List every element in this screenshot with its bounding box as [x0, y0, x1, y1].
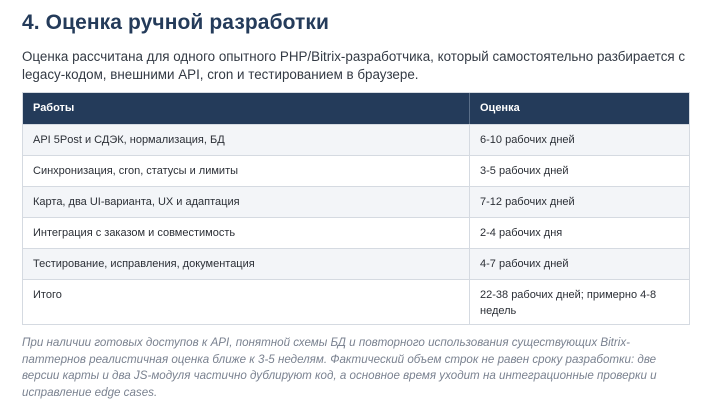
work-cell: Тестирование, исправления, документация	[33, 258, 255, 270]
footnote: При наличии готовых доступов к API, поня…	[22, 336, 657, 399]
work-cell: Синхронизация, cron, статусы и лимиты	[33, 165, 239, 177]
estimate-cell: 3-5 рабочих дней	[469, 156, 689, 186]
column-header-work: Работы	[33, 102, 75, 114]
total-label-cell: Итого	[33, 289, 62, 301]
table-header: Работы Оценка	[23, 93, 689, 124]
section-title: 4. Оценка ручной разработки	[22, 11, 330, 34]
table-row: Тестирование, исправления, документация …	[23, 248, 689, 279]
column-header-estimate: Оценка	[469, 93, 689, 124]
table-row: Синхронизация, cron, статусы и лимиты 3-…	[23, 155, 689, 186]
estimate-table: Работы Оценка API 5Post и СДЭК, нормализ…	[22, 92, 690, 325]
estimate-cell: 7-12 рабочих дней	[469, 187, 689, 217]
section-intro: Оценка рассчитана для одного опытного PH…	[22, 49, 686, 82]
estimate-cell: 6-10 рабочих дней	[469, 125, 689, 155]
table-row: API 5Post и СДЭК, нормализация, БД 6-10 …	[23, 124, 689, 155]
estimate-cell: 4-7 рабочих дней	[469, 249, 689, 279]
total-estimate-cell: 22-38 рабочих дней; примерно 4-8 недель	[469, 280, 689, 324]
work-cell: Карта, два UI-варианта, UX и адаптация	[33, 196, 240, 208]
table-row: Карта, два UI-варианта, UX и адаптация 7…	[23, 186, 689, 217]
estimate-cell: 2-4 рабочих дня	[469, 218, 689, 248]
table-row: Интеграция с заказом и совместимость 2-4…	[23, 217, 689, 248]
table-row-total: Итого 22-38 рабочих дней; примерно 4-8 н…	[23, 279, 689, 324]
work-cell: Интеграция с заказом и совместимость	[33, 227, 236, 239]
work-cell: API 5Post и СДЭК, нормализация, БД	[33, 134, 225, 146]
